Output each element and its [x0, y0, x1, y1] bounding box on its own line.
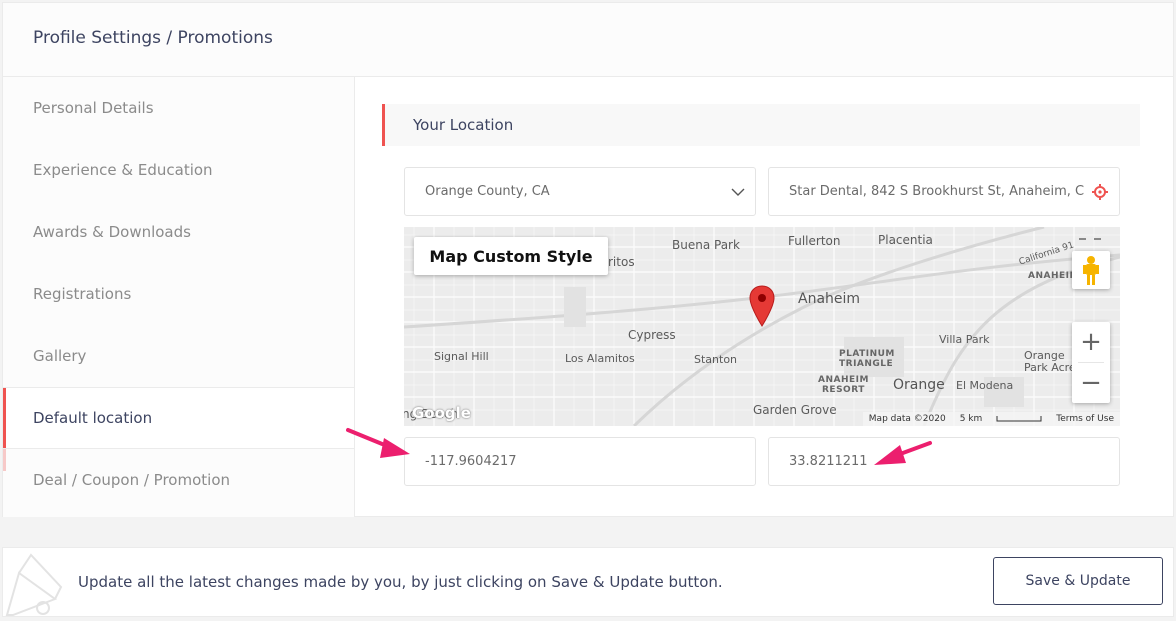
- map-pin-icon[interactable]: [749, 285, 775, 327]
- address-input[interactable]: Star Dental, 842 S Brookhurst St, Anahei…: [768, 167, 1120, 216]
- google-logo: Google: [412, 404, 471, 422]
- map-label-anaheim: Anaheim: [798, 291, 861, 307]
- fullscreen-icon[interactable]: [1079, 237, 1101, 241]
- card-header: Profile Settings / Promotions: [3, 3, 1173, 77]
- map-label-garden-grove: Garden Grove: [753, 403, 837, 417]
- annotation-arrow-right: [874, 441, 932, 465]
- sidebar-item-gallery[interactable]: Gallery: [3, 325, 354, 387]
- page-title: Profile Settings / Promotions: [33, 28, 273, 48]
- map-label-stanton: Stanton: [694, 353, 738, 366]
- sidebar-item-awards-downloads[interactable]: Awards & Downloads: [3, 201, 354, 263]
- footer-message: Update all the latest changes made by yo…: [78, 573, 723, 591]
- sidebar-item-experience-education[interactable]: Experience & Education: [3, 139, 354, 201]
- map-label-cypress: Cypress: [628, 328, 676, 342]
- pegman-icon: [1083, 256, 1099, 285]
- crosshair-icon[interactable]: [1091, 183, 1109, 201]
- sidebar-item-personal-details[interactable]: Personal Details: [3, 77, 354, 139]
- chevron-down-icon: [731, 188, 745, 196]
- annotation-arrow-left: [346, 428, 410, 458]
- map-scale-label: 5 km: [959, 414, 983, 424]
- save-update-button[interactable]: Save & Update: [993, 557, 1163, 605]
- save-footer: Update all the latest changes made by yo…: [2, 547, 1174, 617]
- zoom-in-button[interactable]: +: [1072, 322, 1110, 362]
- location-map[interactable]: Buena Park Fullerton Placentia Californi…: [404, 227, 1120, 426]
- sidebar-item-deal-coupon-promotion[interactable]: Deal / Coupon / Promotion: [3, 449, 354, 511]
- zoom-out-button[interactable]: −: [1072, 363, 1110, 403]
- map-attribution: Map data ©2020 5 km Terms of Use: [862, 412, 1120, 426]
- address-input-value: Star Dental, 842 S Brookhurst St, Anahei…: [789, 184, 1085, 199]
- street-view-pegman[interactable]: [1072, 251, 1110, 289]
- map-zoom-control: + −: [1072, 322, 1110, 403]
- latitude-value: 33.8211211: [789, 454, 868, 469]
- map-label-buena-park: Buena Park: [672, 238, 740, 252]
- map-data-credit: Map data ©2020: [868, 414, 946, 424]
- map-label-fullerton: Fullerton: [788, 234, 841, 248]
- city-select-value: Orange County, CA: [425, 184, 550, 199]
- map-label-anaheim-resort: ANAHEIM: [818, 375, 869, 385]
- latitude-input[interactable]: 33.8211211: [768, 437, 1120, 486]
- megaphone-icon: [5, 553, 63, 616]
- map-label-resort: RESORT: [822, 385, 865, 395]
- longitude-value: -117.9604217: [425, 454, 517, 469]
- map-label-orange: Orange: [893, 377, 945, 393]
- map-label-el-modena: El Modena: [956, 379, 1014, 392]
- settings-sidebar: Personal Details Experience & Education …: [3, 77, 355, 517]
- map-custom-style-button[interactable]: Map Custom Style: [414, 237, 608, 275]
- sidebar-item-default-location[interactable]: Default location: [3, 387, 354, 449]
- map-label-platinum: PLATINUM: [839, 349, 895, 359]
- section-heading: Your Location: [382, 104, 1140, 146]
- city-select[interactable]: Orange County, CA: [404, 167, 756, 216]
- map-label-placentia: Placentia: [878, 233, 933, 247]
- map-scale-bar: [996, 416, 1042, 422]
- map-terms-link[interactable]: Terms of Use: [1056, 414, 1114, 424]
- map-label-triangle: TRIANGLE: [839, 359, 894, 369]
- map-label-signal-hill: Signal Hill: [434, 350, 489, 363]
- map-label-los-alamitos: Los Alamitos: [565, 352, 635, 365]
- section-title: Your Location: [413, 116, 514, 134]
- map-label-writos: ritos: [608, 255, 635, 269]
- map-label-villa-park: Villa Park: [939, 333, 990, 346]
- longitude-input[interactable]: -117.9604217: [404, 437, 756, 486]
- sidebar-item-registrations[interactable]: Registrations: [3, 263, 354, 325]
